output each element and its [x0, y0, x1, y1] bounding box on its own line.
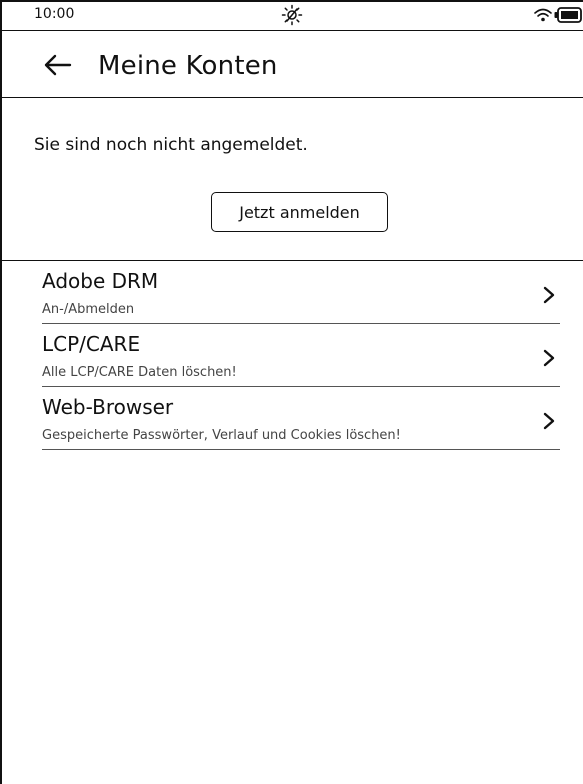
- menu-item-subtitle: Gespeicherte Passwörter, Verlauf und Coo…: [42, 428, 401, 443]
- status-time: 10:00: [34, 6, 75, 22]
- arrow-left-icon[interactable]: [42, 53, 72, 77]
- battery-icon: [554, 7, 582, 23]
- chevron-right-icon: [543, 286, 555, 304]
- menu-item-adobe-drm[interactable]: Adobe DRM An-/Abmelden: [42, 261, 560, 324]
- menu-item-subtitle: Alle LCP/CARE Daten löschen!: [42, 365, 237, 380]
- frontlight-off-icon[interactable]: [281, 4, 303, 26]
- accounts-menu: Adobe DRM An-/Abmelden LCP/CARE Alle LCP…: [2, 261, 583, 450]
- wifi-icon: [534, 8, 552, 22]
- login-status-message: Sie sind noch nicht angemeldet.: [34, 135, 308, 155]
- device-screen: 10:00 Meine Konten Sie sind noch nicht a…: [0, 0, 583, 784]
- menu-item-title: LCP/CARE: [42, 332, 141, 356]
- login-button[interactable]: Jetzt anmelden: [211, 192, 388, 232]
- menu-item-title: Adobe DRM: [42, 269, 159, 293]
- chevron-right-icon: [543, 412, 555, 430]
- status-bar: 10:00: [2, 2, 583, 31]
- menu-item-lcp-care[interactable]: LCP/CARE Alle LCP/CARE Daten löschen!: [42, 324, 560, 387]
- menu-item-title: Web-Browser: [42, 395, 174, 419]
- menu-item-web-browser[interactable]: Web-Browser Gespeicherte Passwörter, Ver…: [42, 387, 560, 450]
- login-section: Sie sind noch nicht angemeldet. Jetzt an…: [2, 98, 583, 261]
- app-header: Meine Konten: [2, 31, 583, 98]
- chevron-right-icon: [543, 349, 555, 367]
- page-title: Meine Konten: [98, 51, 278, 81]
- menu-item-subtitle: An-/Abmelden: [42, 302, 135, 317]
